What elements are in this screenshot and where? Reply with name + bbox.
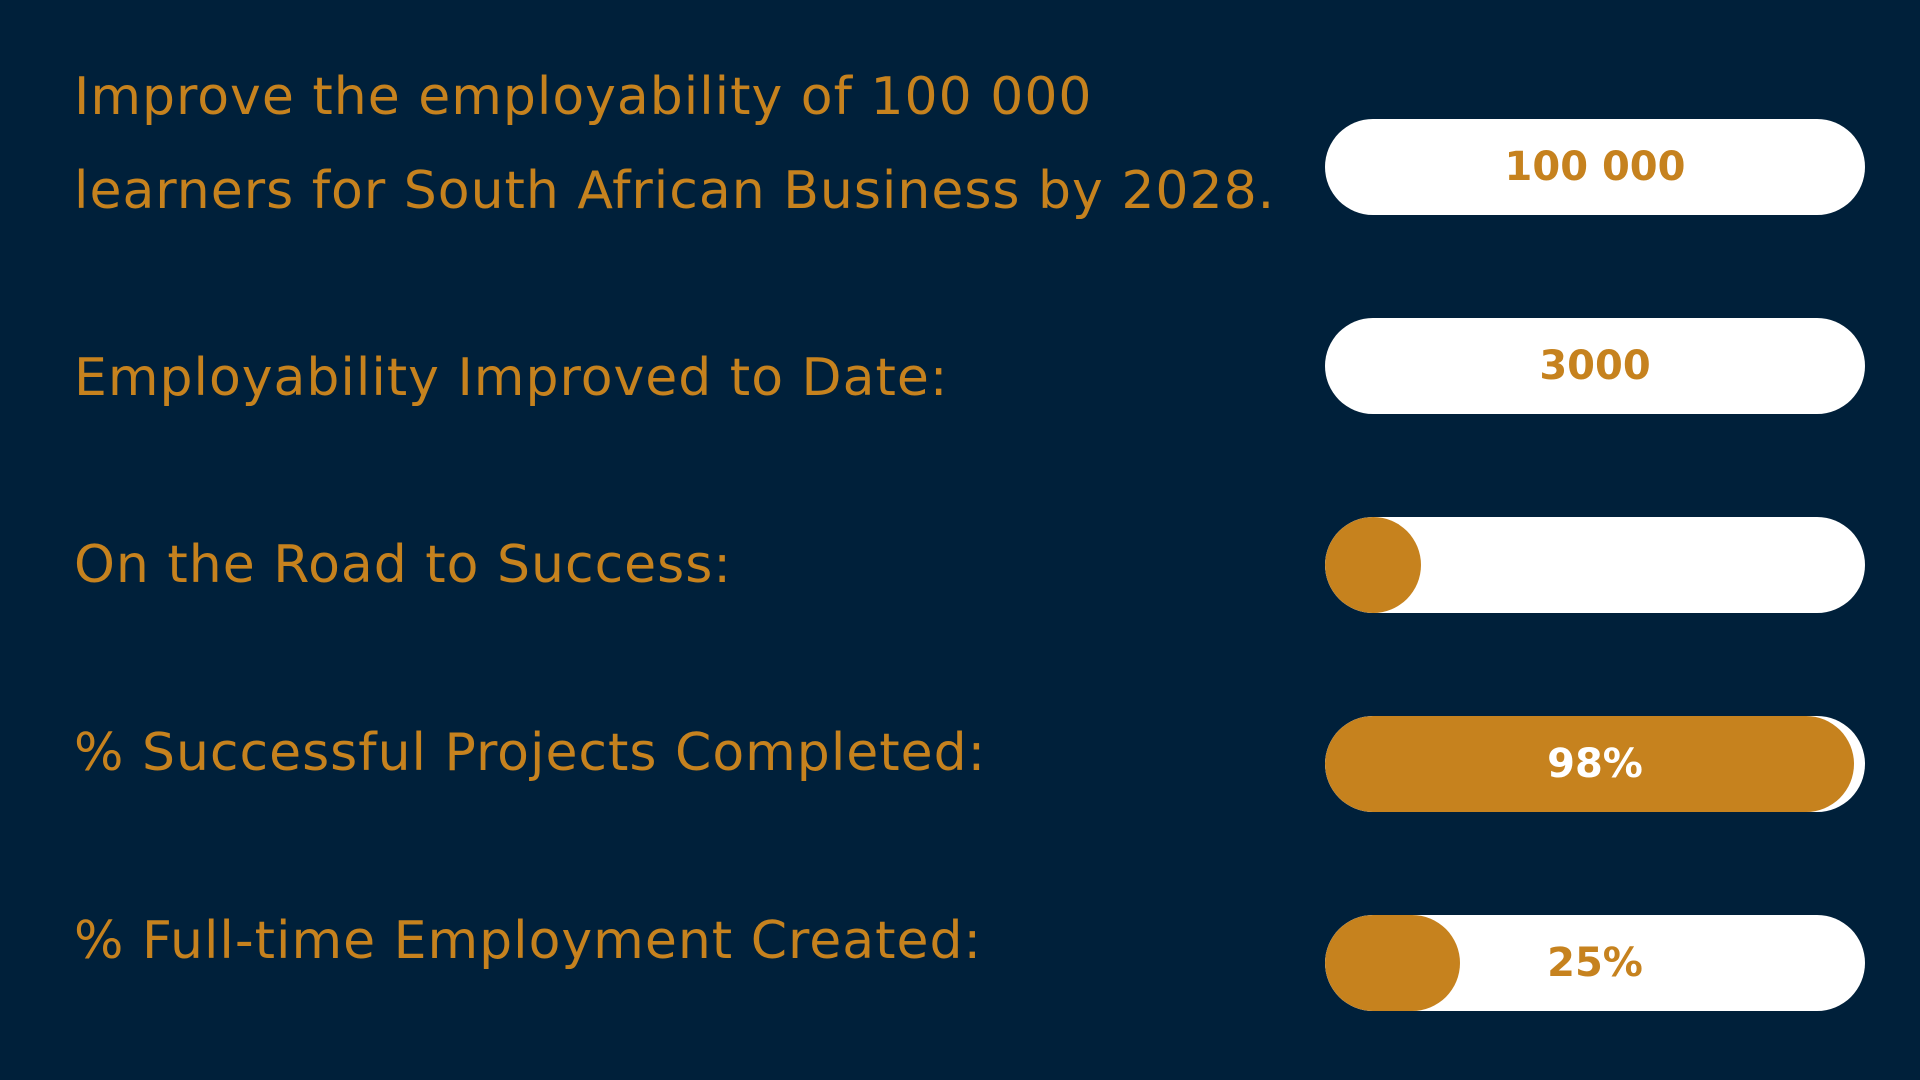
infographic-canvas: Improve the employability of 100 000 lea… xyxy=(0,0,1920,1080)
road-progress-fill xyxy=(1325,517,1421,613)
fulltime-progress-bar: 25% xyxy=(1325,915,1865,1011)
projects-progress-bar: 98% xyxy=(1325,716,1865,812)
improved-value: 3000 xyxy=(1539,343,1651,389)
goal-label: Improve the employability of 100 000 lea… xyxy=(74,50,1275,238)
improved-value-pill: 3000 xyxy=(1325,318,1865,414)
goal-value: 100 000 xyxy=(1504,144,1686,190)
projects-label: % Successful Projects Completed: xyxy=(74,723,987,783)
road-progress-bar xyxy=(1325,517,1865,613)
fulltime-value: 25% xyxy=(1547,940,1643,986)
goal-value-pill: 100 000 xyxy=(1325,119,1865,215)
fulltime-label: % Full-time Employment Created: xyxy=(74,911,983,971)
goal-label-line2: learners for South African Business by 2… xyxy=(74,161,1276,221)
goal-label-line1: Improve the employability of 100 000 xyxy=(74,67,1093,127)
road-label: On the Road to Success: xyxy=(74,535,732,595)
projects-value: 98% xyxy=(1547,741,1643,787)
improved-label: Employability Improved to Date: xyxy=(74,348,949,408)
